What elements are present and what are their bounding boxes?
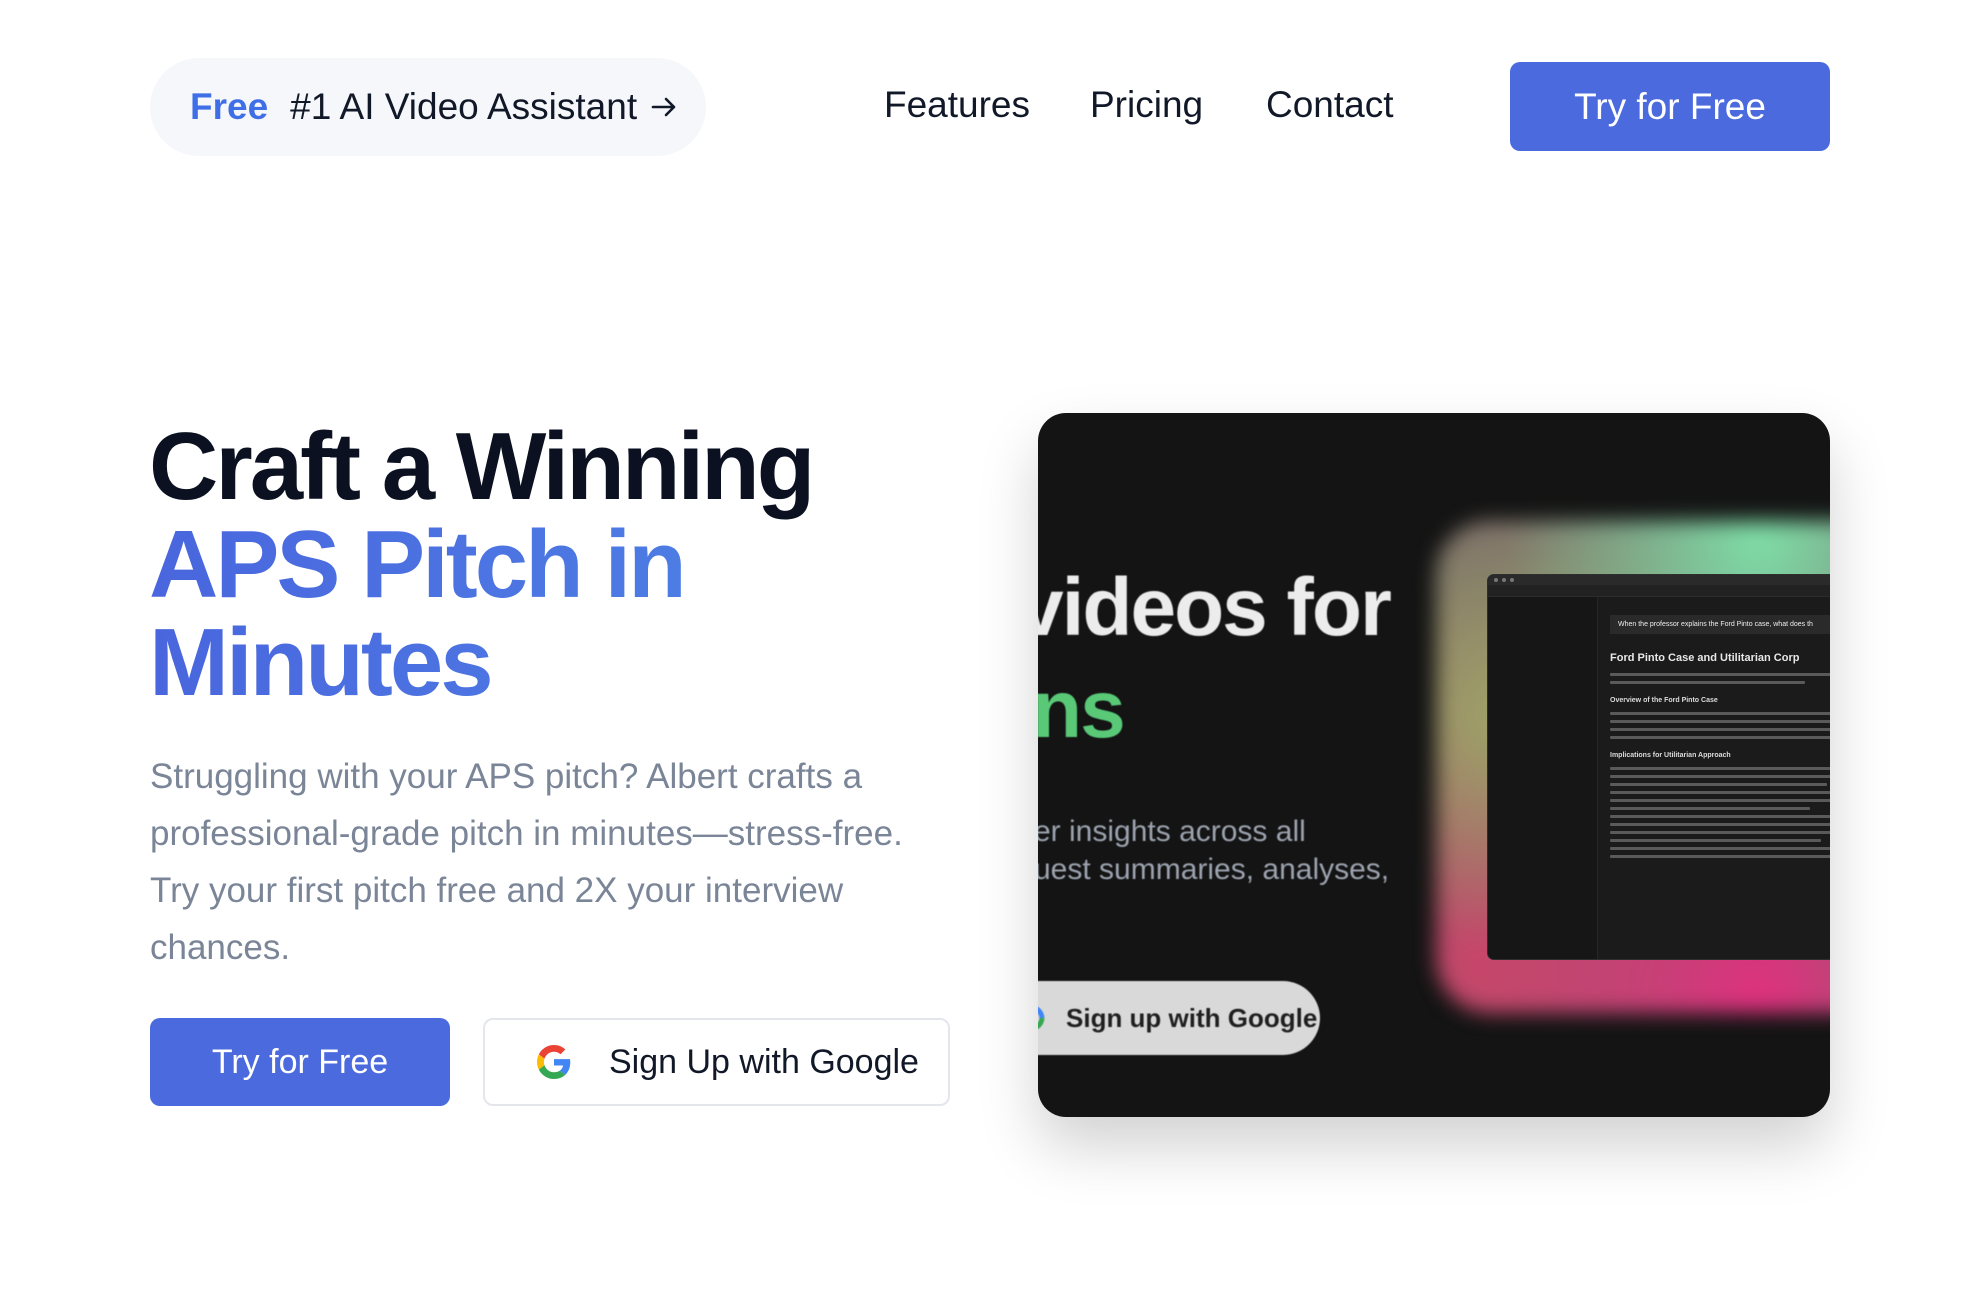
hero-title-line1: Craft a Winning bbox=[149, 413, 815, 520]
google-icon bbox=[537, 1045, 571, 1079]
top-nav: Free #1 AI Video Assistant Features Pric… bbox=[0, 0, 1974, 215]
hero-title-accent-line2: Minutes bbox=[149, 614, 929, 712]
google-icon bbox=[1038, 1003, 1046, 1033]
arrow-right-icon bbox=[649, 92, 679, 122]
sign-up-google-button[interactable]: Sign Up with Google bbox=[483, 1018, 950, 1106]
preview-app-screenshot: When the professor explains the Ford Pin… bbox=[1488, 575, 1830, 959]
sign-up-google-label: Sign Up with Google bbox=[609, 1042, 919, 1081]
preview-signup-google-label: Sign up with Google bbox=[1066, 1002, 1318, 1033]
hero-title: Craft a Winning APS Pitch in Minutes bbox=[149, 418, 929, 712]
preview-headline-fragment: ns bbox=[1038, 664, 1126, 755]
preview-doc-title: Ford Pinto Case and Utilitarian Corp bbox=[1610, 652, 1800, 664]
preview-subtext-line2: uest summaries, analyses, bbox=[1038, 853, 1390, 886]
hero-description: Struggling with your APS pitch? Albert c… bbox=[150, 757, 903, 967]
preview-doc-heading1: Overview of the Ford Pinto Case bbox=[1610, 697, 1718, 704]
promo-free-badge: Free bbox=[190, 86, 269, 127]
preview-url-bar bbox=[1488, 585, 1830, 597]
preview-question: When the professor explains the Ford Pin… bbox=[1610, 615, 1830, 634]
nav-link-pricing[interactable]: Pricing bbox=[1090, 84, 1203, 126]
preview-sidebar bbox=[1488, 597, 1598, 959]
preview-subtext-line1: er insights across all bbox=[1038, 815, 1306, 848]
promo-pill-link[interactable]: Free #1 AI Video Assistant bbox=[150, 58, 706, 156]
nav-try-free-button[interactable]: Try for Free bbox=[1510, 62, 1830, 151]
nav-link-contact[interactable]: Contact bbox=[1266, 84, 1394, 126]
preview-content: When the professor explains the Ford Pin… bbox=[1610, 615, 1830, 959]
preview-signup-google-pill[interactable]: Sign up with Google bbox=[1038, 981, 1320, 1055]
preview-window-controls bbox=[1488, 575, 1830, 585]
video-preview[interactable]: videos for ns er insights across all ues… bbox=[1038, 413, 1830, 1117]
nav-link-features[interactable]: Features bbox=[884, 84, 1030, 126]
preview-doc-heading2: Implications for Utilitarian Approach bbox=[1610, 752, 1731, 759]
preview-headline: videos for bbox=[1038, 562, 1392, 653]
preview-subtext: er insights across all uest summaries, a… bbox=[1038, 813, 1389, 889]
hero-title-accent-line1: APS Pitch in bbox=[149, 516, 929, 614]
hero-try-free-button[interactable]: Try for Free bbox=[150, 1018, 450, 1106]
promo-text: #1 AI Video Assistant bbox=[290, 86, 638, 127]
